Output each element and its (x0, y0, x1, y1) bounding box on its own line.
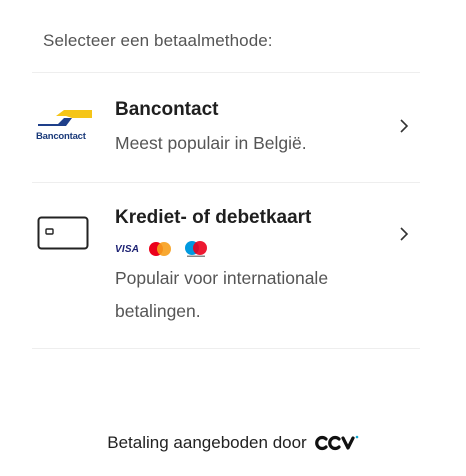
payment-method-bancontact[interactable]: Bancontact Bancontact Meest populair in … (32, 72, 420, 182)
footer-text: Betaling aangeboden door (107, 433, 307, 452)
chevron-right-icon (400, 227, 409, 241)
method-description-line-2: betalingen. (115, 301, 201, 321)
method-description-line-1: Populair voor internationale (115, 268, 329, 288)
method-description: Meest populair in België. (115, 133, 307, 153)
method-title: Krediet- of debetkaart (115, 207, 312, 228)
card-brands: VISA (115, 241, 209, 257)
credit-card-icon (37, 216, 89, 250)
visa-logo: VISA (115, 243, 140, 255)
page-heading: Selecteer een betaalmethode: (43, 31, 273, 50)
chevron-right-icon (400, 119, 409, 133)
maestro-logo (185, 241, 208, 257)
mastercard-logo (149, 242, 172, 256)
ccv-logo (314, 435, 359, 451)
bancontact-logo-text: Bancontact (36, 131, 86, 142)
method-title: Bancontact (115, 99, 219, 120)
footer: Betaling aangeboden door (0, 433, 466, 453)
divider (32, 348, 420, 349)
payment-method-card[interactable]: Krediet- of debetkaart VISA Populair voo… (32, 182, 420, 348)
